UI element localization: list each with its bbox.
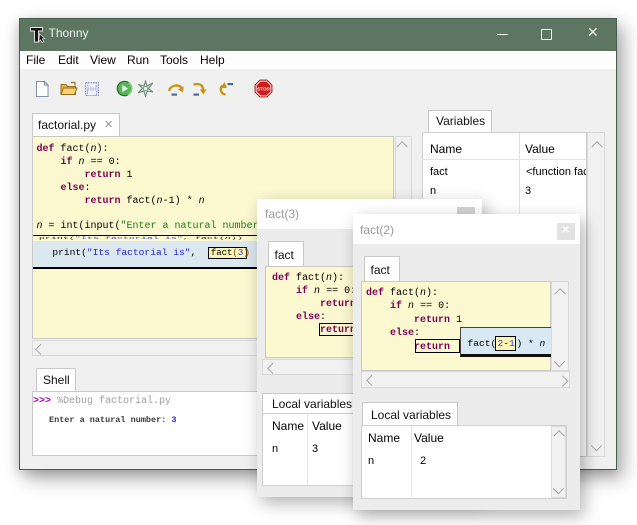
svg-text:STOP: STOP	[257, 87, 271, 93]
